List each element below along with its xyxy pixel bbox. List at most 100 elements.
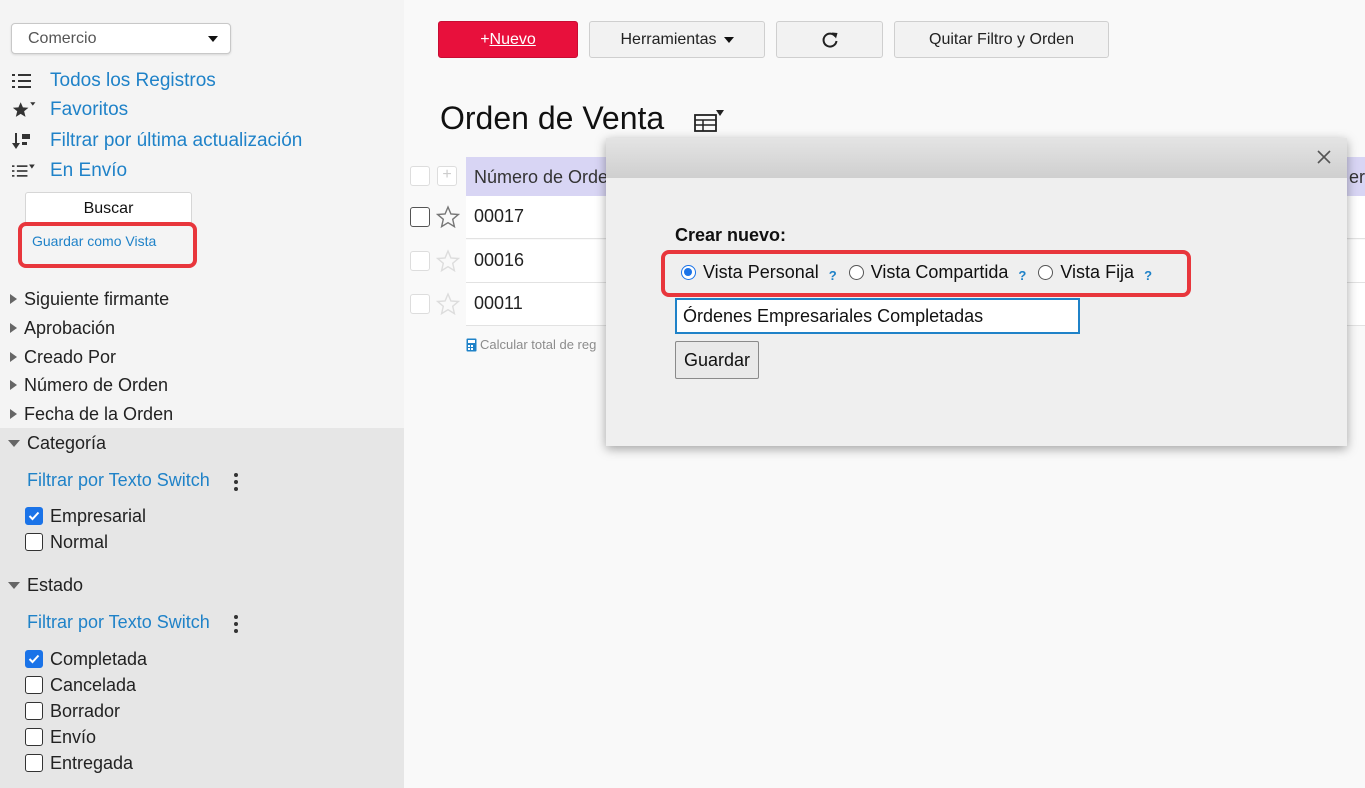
nav-label: Favoritos [50, 99, 129, 120]
select-all-checkbox[interactable] [410, 166, 430, 186]
radio-shared-view[interactable] [848, 264, 864, 280]
filter-switch-label: Filtrar por Texto Switch [27, 470, 210, 490]
column-header-order-number[interactable]: Número de Orde [474, 167, 608, 187]
option-label: Cancelada [50, 674, 137, 695]
save-as-view-link[interactable]: Guardar como Vista [32, 233, 156, 249]
star-icon[interactable] [435, 205, 461, 234]
order-number: 00011 [474, 293, 523, 313]
app-select[interactable]: Comercio [11, 23, 231, 54]
status-option-delivered[interactable]: Entregada [25, 751, 133, 775]
triangle-right-icon [10, 409, 17, 419]
row-checkbox[interactable] [410, 207, 430, 227]
radio-fixed-view[interactable] [1038, 264, 1054, 280]
option-label: Completada [50, 648, 148, 669]
help-icon[interactable]: ? [829, 268, 837, 283]
star-icon[interactable] [435, 292, 461, 321]
nav-favorites[interactable]: Favoritos [12, 97, 128, 123]
refresh-button[interactable] [776, 21, 883, 58]
status-filter-switch[interactable]: Filtrar por Texto Switch [27, 612, 210, 633]
radio-label: Vista Personal [703, 261, 819, 282]
tools-button-label: Herramientas [620, 30, 717, 48]
nav-in-shipping[interactable]: En Envío [12, 158, 127, 184]
order-number: 00016 [474, 250, 525, 270]
page-title: Orden de Venta [440, 100, 665, 136]
star-filter-icon [12, 99, 38, 121]
status-option-cancelled[interactable]: Cancelada [25, 673, 136, 697]
status-option-completed[interactable]: Completada [25, 647, 147, 671]
new-button[interactable]: + Nuevo [438, 21, 578, 58]
kebab-menu-icon[interactable] [234, 615, 238, 633]
triangle-down-icon [8, 439, 20, 447]
new-button-prefix: + [480, 30, 490, 48]
radio-label: Vista Fija [1060, 261, 1135, 282]
table-view-icon[interactable] [694, 108, 728, 139]
chevron-down-icon [208, 36, 218, 42]
close-icon[interactable] [1317, 150, 1331, 164]
calc-total-label: Calcular total de reg [480, 337, 597, 352]
checkbox[interactable] [25, 702, 43, 720]
create-new-label: Crear nuevo: [675, 225, 787, 245]
add-column-icon[interactable]: + [437, 166, 457, 186]
chevron-down-icon [723, 36, 734, 43]
list-filter-icon [12, 160, 38, 182]
kebab-menu-icon[interactable] [234, 473, 238, 491]
clear-filter-sort-button[interactable]: Quitar Filtro y Orden [894, 21, 1109, 58]
status-option-shipping[interactable]: Envío [25, 725, 96, 749]
calc-total-link[interactable]: Calcular total de reg [466, 337, 596, 352]
row-checkbox[interactable] [410, 294, 430, 314]
create-view-dialog: Crear nuevo: Vista Personal ? Vista Comp… [606, 138, 1347, 446]
filter-switch-label: Filtrar por Texto Switch [27, 612, 210, 632]
category-option-normal[interactable]: Normal [25, 530, 108, 554]
nav-label: Todos los Registros [50, 70, 216, 91]
app-select-value: Comercio [28, 30, 97, 47]
triangle-right-icon [10, 294, 17, 304]
checkbox[interactable] [25, 676, 43, 694]
tree-item-created-by[interactable]: Creado Por [8, 345, 116, 369]
view-name-input[interactable] [675, 298, 1080, 334]
option-label: Entregada [50, 752, 134, 773]
order-number: 00017 [474, 206, 525, 226]
nav-all-records[interactable]: Todos los Registros [12, 68, 216, 94]
radio-label: Vista Compartida [870, 261, 1009, 282]
row-checkbox[interactable] [410, 251, 430, 271]
star-icon[interactable] [435, 249, 461, 278]
checkbox[interactable] [25, 533, 43, 551]
new-button-label: Nuevo [489, 30, 536, 48]
dialog-header [606, 138, 1347, 178]
tools-button[interactable]: Herramientas [589, 21, 765, 58]
sort-icon [12, 130, 38, 152]
search-button[interactable]: Buscar [25, 192, 192, 226]
help-icon[interactable]: ? [1018, 268, 1026, 283]
save-button[interactable]: Guardar [675, 341, 759, 379]
tree-item-label: Número de Orden [24, 374, 169, 395]
triangle-right-icon [10, 352, 17, 362]
tree-item-label: Categoría [27, 432, 107, 453]
radio-personal-view[interactable] [681, 264, 696, 280]
checkbox[interactable] [25, 754, 43, 772]
tree-item-order-number[interactable]: Número de Orden [8, 373, 168, 397]
tree-item-label: Estado [27, 574, 84, 595]
category-filter-switch[interactable]: Filtrar por Texto Switch [27, 470, 210, 491]
filter-panel: Categoría Filtrar por Texto Switch Empre… [0, 428, 404, 788]
tree-item-label: Fecha de la Orden [24, 403, 174, 424]
tree-item-category[interactable]: Categoría [8, 431, 106, 455]
help-icon[interactable]: ? [1144, 268, 1152, 283]
tree-item-next-signer[interactable]: Siguiente firmante [8, 287, 169, 311]
checkbox-checked[interactable] [25, 650, 43, 668]
category-option-empresarial[interactable]: Empresarial [25, 504, 146, 528]
checkbox[interactable] [25, 728, 43, 746]
refresh-icon [822, 32, 837, 48]
list-icon [12, 70, 38, 92]
option-label: Normal [50, 531, 109, 552]
tree-item-status[interactable]: Estado [8, 573, 83, 597]
tree-item-label: Aprobación [24, 317, 116, 338]
nav-last-updated[interactable]: Filtrar por última actualización [12, 128, 302, 154]
checkbox-checked[interactable] [25, 507, 43, 525]
tree-item-approval[interactable]: Aprobación [8, 316, 115, 340]
status-option-draft[interactable]: Borrador [25, 699, 120, 723]
nav-label: En Envío [50, 160, 128, 181]
option-label: Borrador [50, 700, 121, 721]
nav-label: Filtrar por última actualización [50, 130, 303, 151]
tree-item-order-date[interactable]: Fecha de la Orden [8, 402, 173, 426]
sidebar: Comercio Todos los Registros Favoritos F… [0, 0, 404, 788]
